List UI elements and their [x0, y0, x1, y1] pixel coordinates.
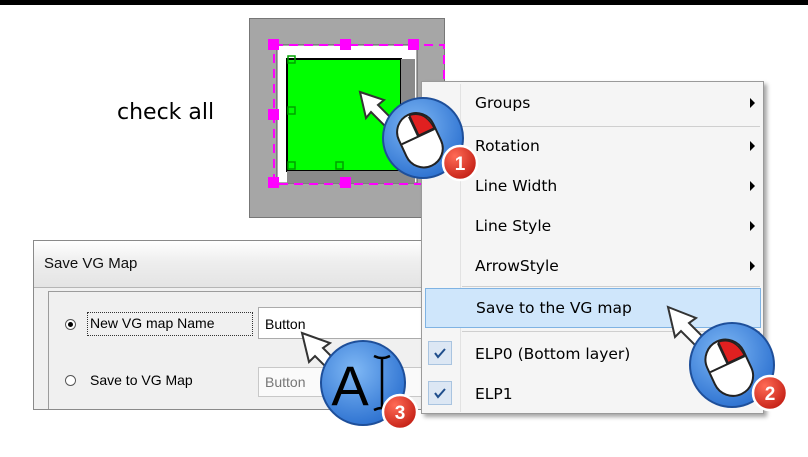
step-3-annotation: A 3 — [300, 331, 419, 431]
tutorial-annotations: 1 2 A 3 — [300, 90, 789, 431]
step-2-annotation: 2 — [666, 305, 789, 412]
step-number: 1 — [455, 154, 466, 175]
step-number: 3 — [395, 403, 406, 424]
step-1-annotation: 1 — [358, 90, 479, 182]
step-number: 2 — [765, 384, 776, 405]
text-input-letter: A — [331, 354, 369, 417]
